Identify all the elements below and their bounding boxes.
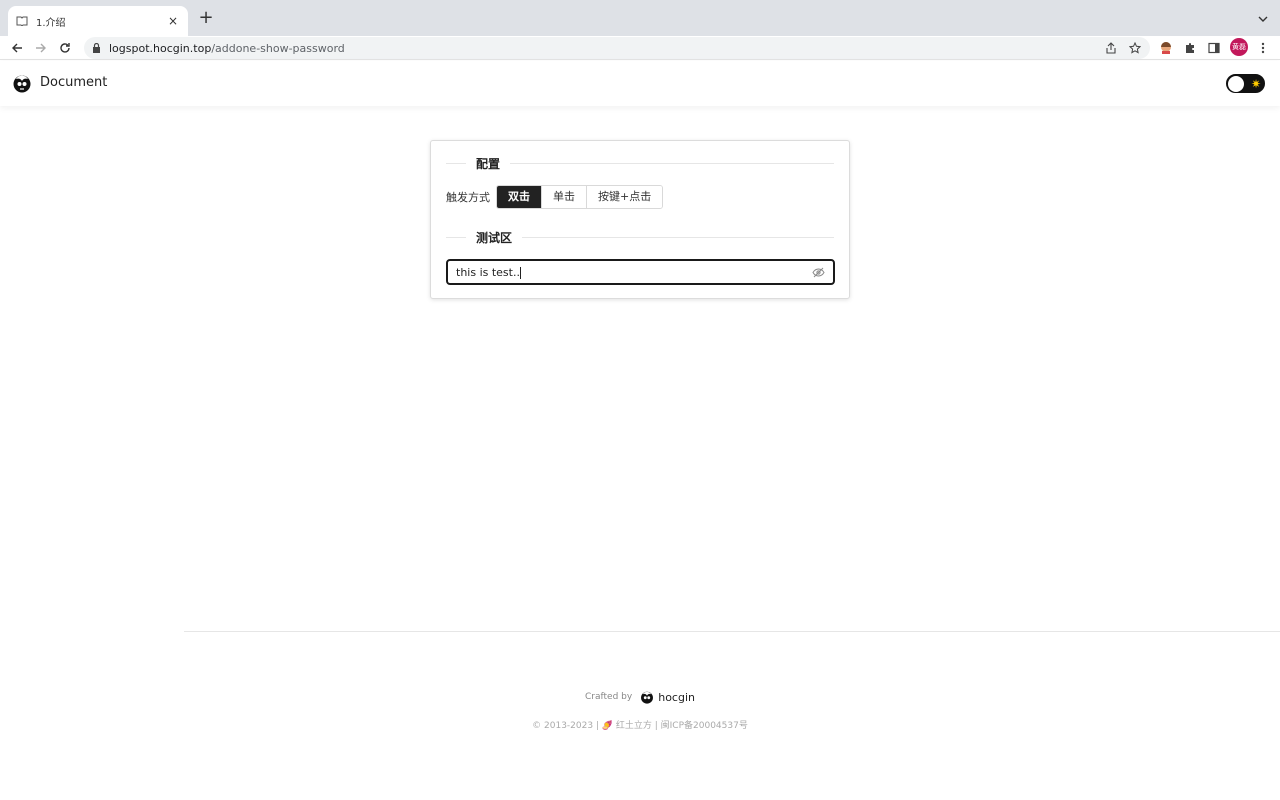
- tab-close-icon[interactable]: ×: [166, 14, 180, 28]
- footer-brand-link[interactable]: hocgin: [658, 691, 695, 704]
- url-path: /addone-show-password: [211, 41, 345, 55]
- test-area-divider: 测试区: [446, 229, 834, 245]
- extension-avatar-icon[interactable]: [1157, 39, 1175, 57]
- book-icon: [16, 16, 28, 26]
- divider-line: [510, 162, 834, 164]
- trigger-option-single-click[interactable]: 单击: [542, 186, 587, 208]
- address-bar[interactable]: logspot.hocgin.top/addone-show-password: [84, 37, 1150, 59]
- site-header: Document ✷: [0, 61, 1280, 106]
- eye-slash-icon[interactable]: [811, 265, 825, 279]
- divider-line: [446, 236, 466, 238]
- crafted-by: Crafted by hocgin: [0, 690, 1280, 704]
- demo-card: 配置 触发方式 双击 单击 按键+点击 测试区 this is test..: [430, 140, 850, 299]
- site-logo-icon[interactable]: [12, 73, 32, 93]
- lock-icon: [92, 43, 102, 53]
- divider-line: [446, 162, 466, 164]
- reload-icon[interactable]: [56, 39, 74, 57]
- password-input-value: this is test..: [456, 266, 811, 279]
- browser-menu-icon[interactable]: [1254, 39, 1272, 57]
- share-icon[interactable]: [1102, 39, 1120, 57]
- config-divider: 配置: [446, 155, 834, 171]
- side-panel-icon[interactable]: [1205, 39, 1223, 57]
- toggle-knob: [1228, 76, 1244, 92]
- browser-tab-bar: 1.介绍 × +: [0, 0, 1280, 36]
- trigger-option-double-click[interactable]: 双击: [497, 186, 542, 208]
- bookmark-star-icon[interactable]: [1126, 39, 1144, 57]
- url-host: logspot.hocgin.top: [109, 41, 212, 55]
- divider-line: [522, 236, 834, 238]
- copyright-text: © 2013-2023 | 🍠 红土立方 | 闽ICP备20004537号: [532, 721, 748, 731]
- extensions-puzzle-icon[interactable]: [1181, 39, 1199, 57]
- trigger-mode-segmented: 双击 单击 按键+点击: [496, 185, 664, 209]
- crafted-by-label: Crafted by: [585, 692, 633, 702]
- back-icon[interactable]: [8, 39, 26, 57]
- sun-icon: ✷: [1250, 77, 1261, 91]
- browser-toolbar: logspot.hocgin.top/addone-show-password …: [0, 36, 1280, 60]
- test-area-title: 测试区: [476, 230, 513, 245]
- theme-toggle[interactable]: ✷: [1226, 74, 1265, 93]
- tab-title: 1.介绍: [36, 17, 66, 29]
- footer-divider: [184, 631, 1280, 632]
- password-input[interactable]: this is test..: [446, 259, 835, 285]
- forward-icon[interactable]: [32, 39, 50, 57]
- profile-avatar[interactable]: 黄磊: [1230, 38, 1248, 56]
- footer-logo-icon: [641, 691, 654, 704]
- browser-tab[interactable]: 1.介绍 ×: [8, 6, 188, 36]
- tab-search-chevron-icon[interactable]: [1256, 11, 1270, 25]
- trigger-mode-label: 触发方式: [446, 191, 490, 204]
- text-caret: [519, 266, 521, 279]
- config-title: 配置: [476, 156, 501, 171]
- password-text: this is test..: [456, 265, 520, 279]
- new-tab-button[interactable]: +: [196, 9, 216, 29]
- site-title[interactable]: Document: [40, 75, 107, 90]
- trigger-mode-row: 触发方式 双击 单击 按键+点击: [446, 185, 664, 209]
- trigger-option-key-click[interactable]: 按键+点击: [587, 186, 663, 208]
